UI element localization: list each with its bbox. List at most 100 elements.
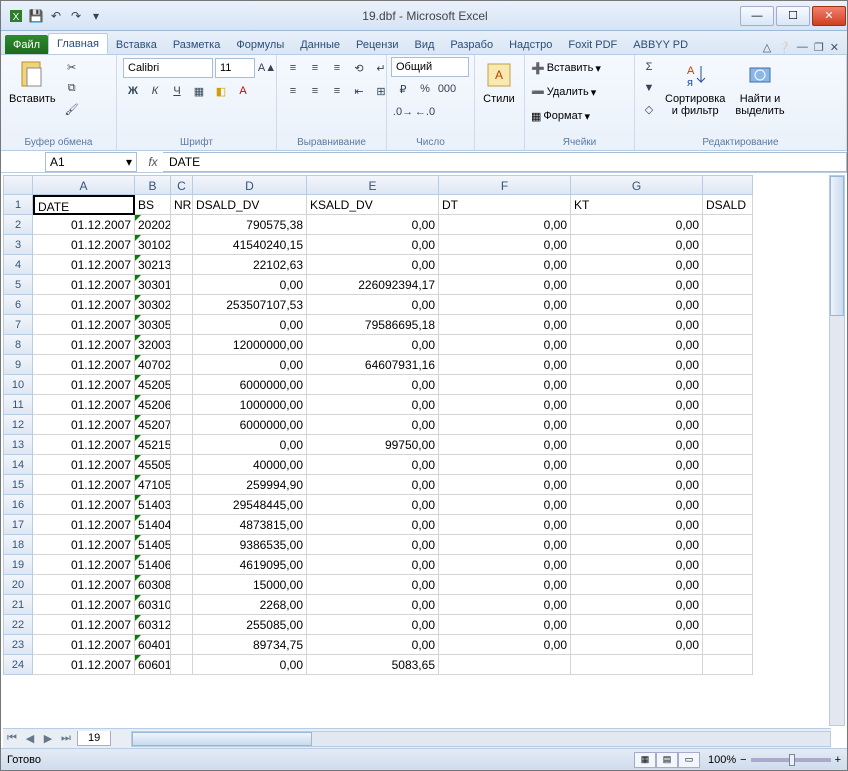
cell[interactable]	[703, 255, 753, 275]
fill-color-icon[interactable]: ◧	[211, 81, 231, 101]
row-header[interactable]: 2	[3, 215, 33, 235]
cell[interactable]	[703, 315, 753, 335]
cell[interactable]: 01.12.2007	[33, 215, 135, 235]
undo-icon[interactable]: ↶	[47, 7, 65, 25]
col-header[interactable]: F	[439, 175, 571, 195]
fill-icon[interactable]: ▼	[639, 78, 659, 98]
cell[interactable]: 01.12.2007	[33, 595, 135, 615]
cell[interactable]: 01.12.2007	[33, 355, 135, 375]
cell[interactable]	[171, 235, 193, 255]
cell[interactable]	[171, 555, 193, 575]
percent-icon[interactable]: %	[415, 79, 435, 99]
row-header[interactable]: 23	[3, 635, 33, 655]
help-icon[interactable]: ❔	[777, 41, 791, 54]
cell[interactable]: 0,00	[307, 455, 439, 475]
tab-layout[interactable]: Разметка	[165, 35, 229, 54]
cell[interactable]	[171, 495, 193, 515]
cell[interactable]: 01.12.2007	[33, 635, 135, 655]
cell[interactable]: 0,00	[307, 235, 439, 255]
cell[interactable]: 0,00	[439, 235, 571, 255]
tab-abbyy[interactable]: ABBYY PD	[625, 35, 696, 54]
row-header[interactable]: 20	[3, 575, 33, 595]
cell[interactable]	[171, 575, 193, 595]
cell[interactable]: 0,00	[571, 375, 703, 395]
cells-delete-button[interactable]: ➖Удалить▾	[529, 81, 598, 103]
col-header[interactable]	[703, 175, 753, 195]
row-header[interactable]: 11	[3, 395, 33, 415]
view-normal-icon[interactable]: ▦	[634, 752, 656, 768]
cell[interactable]	[171, 535, 193, 555]
align-left-icon[interactable]: ≡	[283, 81, 303, 101]
cell[interactable]	[171, 275, 193, 295]
cell[interactable]: 30213	[135, 255, 171, 275]
cell[interactable]: KT	[571, 195, 703, 215]
align-middle-icon[interactable]: ≡	[305, 58, 325, 78]
cell[interactable]	[703, 495, 753, 515]
row-header[interactable]: 14	[3, 455, 33, 475]
cell[interactable]: 0,00	[439, 275, 571, 295]
orientation-icon[interactable]: ⟲	[349, 58, 369, 78]
cell[interactable]: 12000000,00	[193, 335, 307, 355]
maximize-button[interactable]: ☐	[776, 6, 810, 26]
cell[interactable]: 0,00	[571, 295, 703, 315]
sheet-nav-last-icon[interactable]: ⏭	[57, 732, 75, 745]
cell[interactable]: 0,00	[571, 535, 703, 555]
font-name-select[interactable]	[123, 58, 213, 78]
row-header[interactable]: 24	[3, 655, 33, 675]
row-header[interactable]: 8	[3, 335, 33, 355]
cell[interactable]: 0,00	[307, 395, 439, 415]
find-select-button[interactable]: Найти и выделить	[731, 57, 788, 119]
doc-restore-icon[interactable]: ❐	[814, 41, 824, 54]
worksheet-grid[interactable]: A B C D E F G 1DATEBSNRDSALD_DVKSALD_DVD…	[3, 175, 831, 726]
cell[interactable]: KSALD_DV	[307, 195, 439, 215]
cell[interactable]: 0,00	[439, 515, 571, 535]
border-icon[interactable]: ▦	[189, 81, 209, 101]
excel-icon[interactable]: X	[7, 7, 25, 25]
cell[interactable]: 790575,38	[193, 215, 307, 235]
cell[interactable]	[703, 535, 753, 555]
cell[interactable]: 2268,00	[193, 595, 307, 615]
cell[interactable]: 0,00	[571, 515, 703, 535]
cell[interactable]: 45205	[135, 375, 171, 395]
cell[interactable]: 22102,63	[193, 255, 307, 275]
cell[interactable]	[171, 595, 193, 615]
col-header[interactable]: C	[171, 175, 193, 195]
cells-format-button[interactable]: ▦Формат▾	[529, 105, 592, 127]
cell[interactable]: 01.12.2007	[33, 435, 135, 455]
cell[interactable]: 0,00	[571, 435, 703, 455]
cell[interactable]	[703, 475, 753, 495]
zoom-in-icon[interactable]: +	[835, 754, 841, 766]
cell[interactable]: 0,00	[307, 555, 439, 575]
cell[interactable]	[171, 435, 193, 455]
close-button[interactable]: ✕	[812, 6, 846, 26]
cell[interactable]: 0,00	[571, 395, 703, 415]
cell[interactable]: 60401	[135, 635, 171, 655]
cell[interactable]	[703, 395, 753, 415]
cell[interactable]: 226092394,17	[307, 275, 439, 295]
cell[interactable]: 0,00	[439, 635, 571, 655]
save-icon[interactable]: 💾	[27, 7, 45, 25]
cell[interactable]: 01.12.2007	[33, 395, 135, 415]
cell[interactable]	[171, 335, 193, 355]
cell[interactable]: 0,00	[193, 435, 307, 455]
tab-view[interactable]: Вид	[407, 35, 443, 54]
cell[interactable]: 0,00	[571, 215, 703, 235]
tab-data[interactable]: Данные	[292, 35, 348, 54]
qa-more-icon[interactable]: ▾	[87, 7, 105, 25]
cell[interactable]	[703, 615, 753, 635]
tab-review[interactable]: Рецензи	[348, 35, 407, 54]
cell[interactable]: 0,00	[193, 355, 307, 375]
cell[interactable]: 5083,65	[307, 655, 439, 675]
cell[interactable]: 30305	[135, 315, 171, 335]
row-header[interactable]: 18	[3, 535, 33, 555]
cell[interactable]: 0,00	[439, 375, 571, 395]
formula-input[interactable]: DATE	[163, 152, 847, 172]
cell[interactable]: 0,00	[307, 595, 439, 615]
format-painter-icon[interactable]: 🖌	[62, 99, 82, 119]
cell[interactable]: 0,00	[439, 335, 571, 355]
cell[interactable]: 99750,00	[307, 435, 439, 455]
ribbon-minimize-icon[interactable]: △	[763, 41, 771, 54]
cell[interactable]	[171, 215, 193, 235]
cell[interactable]: 0,00	[571, 335, 703, 355]
align-right-icon[interactable]: ≡	[327, 81, 347, 101]
